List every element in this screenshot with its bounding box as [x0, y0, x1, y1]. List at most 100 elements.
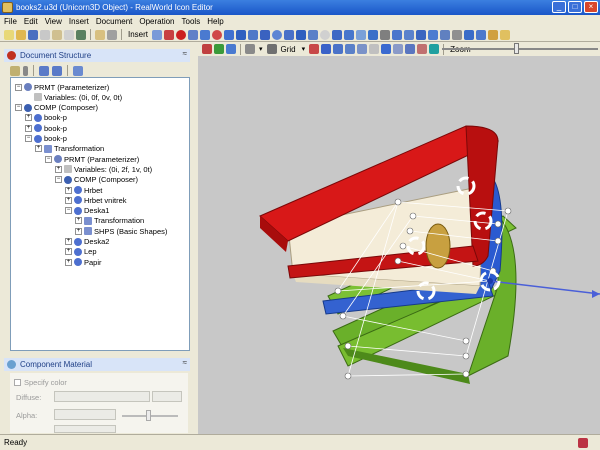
insert-capsule-icon[interactable]: [320, 29, 331, 40]
grid-label[interactable]: Grid: [281, 45, 296, 54]
preview-icon[interactable]: [417, 44, 428, 54]
tree-expander-icon[interactable]: +: [75, 217, 82, 225]
extra-field[interactable]: [54, 425, 116, 433]
tree-item[interactable]: Variables: (0i, 0f, 0v, 0t): [25, 92, 122, 102]
insert-text-icon[interactable]: [428, 29, 439, 40]
tree-item[interactable]: − COMP (Composer): [55, 175, 138, 185]
camera-icon[interactable]: [245, 44, 255, 54]
move-up-icon[interactable]: [39, 65, 49, 76]
grid-dropdown-icon[interactable]: ▾: [302, 45, 306, 53]
insert-tube-icon[interactable]: [296, 29, 307, 40]
view-mode-dropdown-icon[interactable]: [23, 65, 28, 76]
move-down-icon[interactable]: [52, 65, 62, 76]
insert-transform-icon[interactable]: [392, 29, 403, 40]
tree-expander-icon[interactable]: +: [25, 114, 32, 122]
insert-brush-icon[interactable]: [164, 29, 175, 40]
pivot-icon[interactable]: [333, 44, 344, 54]
insert-texture-icon[interactable]: [488, 29, 499, 40]
menu-operation[interactable]: Operation: [139, 17, 174, 26]
insert-cone-icon[interactable]: [224, 29, 235, 40]
tree-expander-icon[interactable]: −: [15, 104, 22, 112]
export-icon[interactable]: [76, 29, 86, 40]
snap-icon[interactable]: [309, 44, 320, 54]
tree-expander-icon[interactable]: −: [15, 83, 22, 91]
insert-prism-icon[interactable]: [248, 29, 259, 40]
tree-item[interactable]: + Papir: [65, 257, 102, 267]
tree-item[interactable]: + SHPS (Basic Shapes): [75, 226, 167, 236]
tree-item[interactable]: + book-p: [25, 123, 67, 133]
menu-tools[interactable]: Tools: [182, 17, 201, 26]
tree-item[interactable]: − Deska1: [65, 206, 109, 216]
insert-lathe-icon[interactable]: [356, 29, 367, 40]
document-icon[interactable]: [52, 29, 62, 40]
insert-extrude-icon[interactable]: [368, 29, 379, 40]
insert-disk-icon[interactable]: [308, 29, 319, 40]
rotate-tool-icon[interactable]: [226, 44, 236, 54]
insert-light-icon[interactable]: [404, 29, 415, 40]
book-3d-model[interactable]: [198, 56, 600, 434]
tree-item[interactable]: + Deska2: [65, 237, 109, 247]
tree-expander-icon[interactable]: −: [45, 155, 52, 163]
component-material-header[interactable]: Component Material ≈: [4, 358, 190, 371]
diffuse-color-field[interactable]: [54, 391, 150, 402]
insert-box-icon[interactable]: [236, 29, 247, 40]
insert-script-icon[interactable]: [476, 29, 487, 40]
tree-item[interactable]: + book-p: [25, 113, 67, 123]
alpha-input[interactable]: [54, 409, 116, 420]
tree-expander-icon[interactable]: +: [75, 227, 82, 235]
tree-expander-icon[interactable]: +: [65, 238, 72, 245]
open-icon[interactable]: [16, 29, 26, 40]
tree-expander-icon[interactable]: +: [65, 258, 72, 266]
insert-shape-icon[interactable]: [284, 29, 295, 40]
tree-item[interactable]: + Hrbet vnitrek: [65, 195, 127, 205]
tree-expander-icon[interactable]: −: [55, 176, 62, 184]
insert-ring-icon[interactable]: [272, 29, 283, 40]
tree-item[interactable]: + Lep: [65, 247, 97, 257]
wireframe-icon[interactable]: [345, 44, 356, 54]
tree-item[interactable]: − COMP (Composer): [15, 103, 98, 113]
tree-expander-icon[interactable]: +: [65, 196, 72, 204]
save-icon[interactable]: [28, 29, 38, 40]
insert-sphere-icon[interactable]: [176, 29, 187, 40]
insert-cursor-icon[interactable]: [152, 29, 163, 40]
insert-cube-icon[interactable]: [188, 29, 199, 40]
diffuse-dropdown[interactable]: [152, 391, 182, 402]
tree-item[interactable]: − book-p: [25, 134, 67, 144]
collapse-material-icon[interactable]: ≈: [183, 358, 187, 367]
render-icon[interactable]: [405, 44, 416, 54]
minimize-button[interactable]: _: [552, 1, 566, 13]
insert-camera-icon[interactable]: [440, 29, 451, 40]
view-mode-icon[interactable]: [10, 65, 20, 76]
properties-icon[interactable]: [73, 65, 83, 76]
insert-image-icon[interactable]: [500, 29, 511, 40]
normals-icon[interactable]: [393, 44, 404, 54]
new-icon[interactable]: [4, 29, 14, 40]
collapse-icon[interactable]: ≈: [183, 49, 187, 58]
insert-star-icon[interactable]: [344, 29, 355, 40]
menu-insert[interactable]: Insert: [69, 17, 89, 26]
close-button[interactable]: ×: [584, 1, 598, 13]
export-icon-2[interactable]: [429, 44, 440, 54]
tree-expander-icon[interactable]: +: [55, 165, 62, 173]
menu-file[interactable]: File: [4, 17, 17, 26]
3d-viewport[interactable]: [198, 56, 600, 434]
menu-help[interactable]: Help: [207, 17, 223, 26]
print-icon[interactable]: [64, 29, 74, 40]
tree-item[interactable]: + Transformation: [35, 144, 104, 154]
insert-polygon-icon[interactable]: [332, 29, 343, 40]
insert-cylinder-icon[interactable]: [200, 29, 211, 40]
insert-torus-icon[interactable]: [212, 29, 223, 40]
background-icon[interactable]: [381, 44, 392, 54]
tree-expander-icon[interactable]: +: [35, 145, 42, 153]
select-tool-icon[interactable]: [202, 44, 212, 54]
menu-edit[interactable]: Edit: [24, 17, 38, 26]
menu-view[interactable]: View: [45, 17, 62, 26]
shading-icon[interactable]: [357, 44, 368, 54]
move-tool-icon[interactable]: [214, 44, 224, 54]
axis-icon[interactable]: [321, 44, 332, 54]
lighting-icon[interactable]: [369, 44, 380, 54]
insert-parameter-icon[interactable]: [452, 29, 463, 40]
tree-expander-icon[interactable]: +: [65, 186, 72, 194]
tree-item[interactable]: + Transformation: [75, 216, 144, 226]
specify-color-checkbox[interactable]: [14, 379, 21, 386]
